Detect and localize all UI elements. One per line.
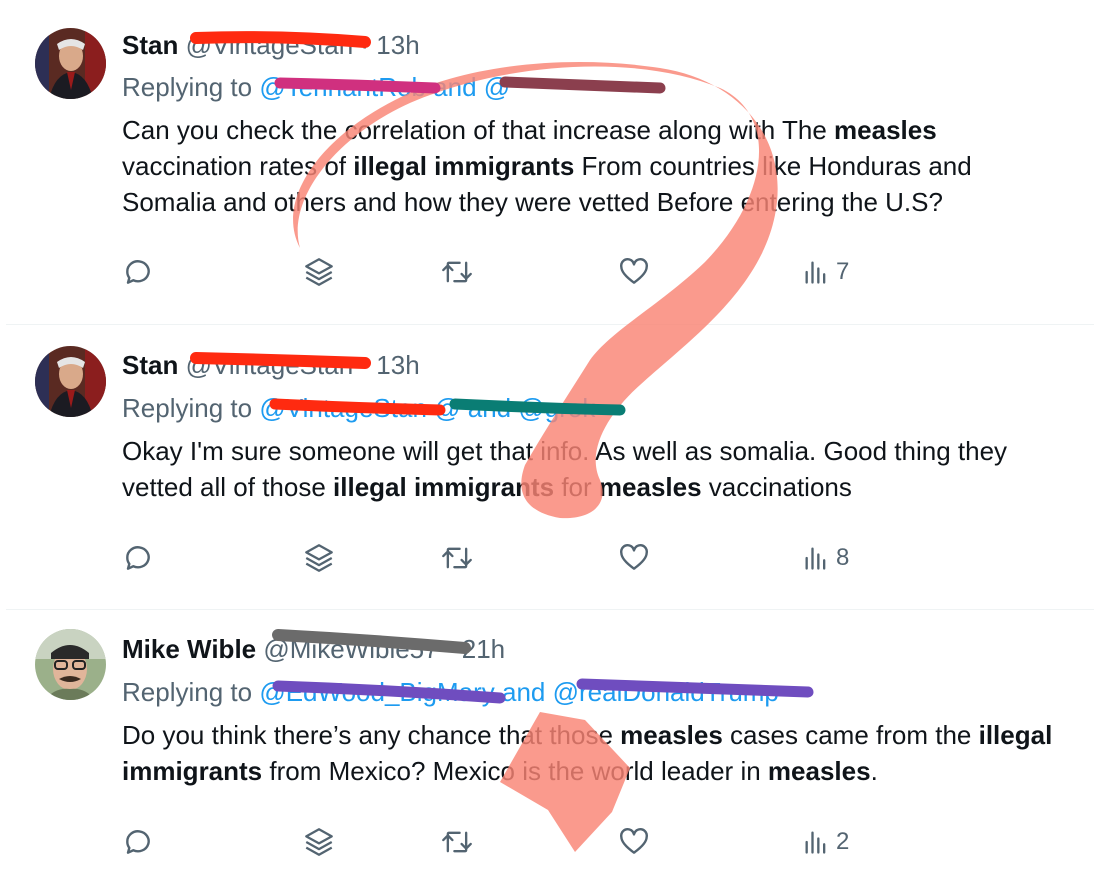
text-bold: illegal immigrants [353,151,575,181]
display-name[interactable]: Stan [122,30,178,60]
tweet-header: Mike Wible @MikeWible57 · 21h [122,634,505,664]
handle[interactable]: @VintageStan [186,350,354,380]
text-bold: illegal immigrants [333,472,555,502]
avatar[interactable] [35,629,106,700]
tweet-1[interactable]: Stan @VintageStan · 13h Replying to @Ten… [6,8,1094,325]
reply-button[interactable] [122,256,154,288]
reply-button[interactable] [122,826,154,858]
replying-to: Replying to @EdWood_BigMary and @realDon… [122,676,779,708]
action-bar: 7 [122,256,862,288]
tweet-header: Stan @VintageStan · 13h [122,350,420,380]
replying-to: Replying to @VintageStan @ and @grok [122,392,595,424]
replying-to: Replying to @TennantRob and @ [122,71,510,103]
views-bar-chart-icon [802,828,830,856]
retweet-button[interactable] [440,256,474,288]
text-bold: measles [620,720,723,750]
text-run: for [554,472,599,502]
heart-icon [618,826,650,858]
replying-to-label: Replying to [122,72,253,102]
grok-button[interactable] [302,256,336,288]
reply-icon [122,256,154,288]
text-bold: measles [767,756,871,786]
like-button[interactable] [618,542,650,574]
text-run: . [870,756,878,786]
display-name[interactable]: Stan [122,350,178,380]
reply-mentions[interactable]: @VintageStan @ [259,393,460,423]
tweet-2[interactable]: Stan @VintageStan · 13h Replying to @Vin… [6,326,1094,610]
timestamp[interactable]: 13h [376,30,419,60]
replying-to-label: Replying to [122,677,253,707]
views-button[interactable]: 7 [802,256,849,288]
heart-icon [618,256,650,288]
view-count: 8 [836,544,850,571]
handle[interactable]: @VintageStan [186,30,354,60]
retweet-button[interactable] [440,826,474,858]
grok-button[interactable] [302,542,336,574]
retweet-icon [440,826,474,858]
retweet-icon [440,542,474,574]
text-run: cases came from the [722,720,979,750]
grok-stack-icon [302,825,336,859]
text-run: Can you check the correlation of that in… [122,115,835,145]
timestamp[interactable]: 13h [376,350,419,380]
tweet-text: Do you think there’s any chance that tho… [122,717,1072,789]
view-count: 7 [836,258,850,285]
reply-button[interactable] [122,542,154,574]
text-run: vaccination rates of [122,151,354,181]
avatar[interactable] [35,28,106,99]
tweet-3[interactable]: Mike Wible @MikeWible57 · 21h Replying t… [6,611,1094,876]
separator-dot: · [445,634,462,664]
text-run: from Mexico? Mexico is the world leader … [262,756,768,786]
like-button[interactable] [618,826,650,858]
tweet-header: Stan @VintageStan · 13h [122,30,420,60]
heart-icon [618,542,650,574]
tweet-text: Okay I'm sure someone will get that info… [122,433,1072,505]
tweet-text: Can you check the correlation of that in… [122,112,1072,220]
separator-dot: · [360,30,377,60]
avatar[interactable] [35,346,106,417]
like-button[interactable] [618,256,650,288]
text-run: vaccinations [701,472,852,502]
text-bold: measles [598,472,702,502]
separator-dot: · [360,350,377,380]
grok-stack-icon [302,541,336,575]
timeline: Stan @VintageStan · 13h Replying to @Ten… [0,0,1098,876]
views-button[interactable]: 8 [802,542,849,574]
retweet-button[interactable] [440,542,474,574]
timestamp[interactable]: 21h [462,634,505,664]
reply-icon [122,542,154,574]
handle[interactable]: @MikeWible57 [263,634,438,664]
views-button[interactable]: 2 [802,826,849,858]
reply-mentions[interactable]: @EdWood_BigMary and @realDonaldTrump [259,677,779,707]
replying-to-label: Replying to [122,393,253,423]
text-run: Do you think there’s any chance that tho… [122,720,621,750]
grok-stack-icon [302,255,336,289]
retweet-icon [440,256,474,288]
text-bold: measles [834,115,937,145]
action-bar: 2 [122,826,862,858]
action-bar: 8 [122,542,862,574]
views-bar-chart-icon [802,544,830,572]
grok-button[interactable] [302,826,336,858]
views-bar-chart-icon [802,258,830,286]
reply-icon [122,826,154,858]
reply-mentions-grok[interactable]: and @grok [468,393,596,423]
display-name[interactable]: Mike Wible [122,634,256,664]
reply-mentions[interactable]: @TennantRob and @ [259,72,510,102]
view-count: 2 [836,828,850,855]
